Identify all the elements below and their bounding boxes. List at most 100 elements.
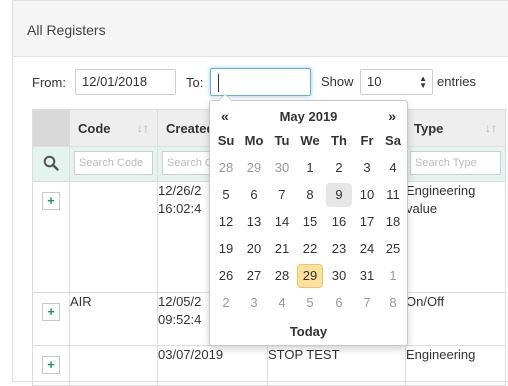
from-label: From: <box>32 75 66 90</box>
calendar-day[interactable]: 28 <box>213 156 239 180</box>
column-code-label: Code <box>78 120 111 136</box>
created-cell: 03/07/2019 <box>157 345 268 386</box>
to-date-input[interactable] <box>210 68 311 96</box>
type-cell: On/Off <box>405 292 506 346</box>
entries-select[interactable]: 10 ▲ ▼ <box>360 69 433 95</box>
calendar-day[interactable]: 6 <box>241 183 267 207</box>
calendar-day[interactable]: 10 <box>354 183 380 207</box>
calendar-day[interactable]: 8 <box>297 183 323 207</box>
code-cell: AIR <box>69 292 158 346</box>
calendar-day[interactable]: 8 <box>380 291 406 315</box>
calendar-day[interactable]: 3 <box>354 156 380 180</box>
column-header-type[interactable]: Type ↓↑ <box>405 109 506 147</box>
filter-search-cell <box>32 146 70 182</box>
calendar-day[interactable]: 28 <box>269 264 295 288</box>
code-cell <box>69 345 158 386</box>
calendar-day[interactable]: 30 <box>326 264 352 288</box>
calendar-day[interactable]: 6 <box>326 291 352 315</box>
calendar-day[interactable]: 18 <box>380 210 406 234</box>
type-cell: Engineering value <box>405 181 506 293</box>
datepicker-month-title[interactable]: May 2019 <box>210 109 407 124</box>
search-type-input[interactable]: Search Type <box>410 151 501 175</box>
column-header-code[interactable]: Code ↓↑ <box>69 109 158 147</box>
calendar-day[interactable]: 19 <box>213 237 239 261</box>
calendar-day[interactable]: 11 <box>380 183 406 207</box>
calendar-day[interactable]: 24 <box>354 237 380 261</box>
calendar-day[interactable]: 25 <box>380 237 406 261</box>
day-of-week-label: Tu <box>274 133 290 148</box>
type-cell: Engineering <box>405 345 506 386</box>
calendar-day[interactable]: 23 <box>326 237 352 261</box>
calendar-day[interactable]: 31 <box>354 264 380 288</box>
code-cell <box>69 181 158 293</box>
search-code-input[interactable]: Search Code <box>74 151 153 175</box>
datepicker-popup: May 2019 « » Today Su Mo Tu We Th Fr Sa 28 29 30 1… <box>209 94 408 346</box>
calendar-day[interactable]: 1 <box>297 156 323 180</box>
table-row: + 03/07/2019 STOP TEST Engineering <box>32 345 506 386</box>
type-text: On/Off <box>406 294 445 309</box>
calendar-day[interactable]: 29 <box>297 264 323 288</box>
day-of-week-label: Fr <box>360 133 374 148</box>
calendar-day[interactable]: 21 <box>269 237 295 261</box>
calendar-day[interactable]: 20 <box>241 237 267 261</box>
calendar-day[interactable]: 29 <box>241 156 267 180</box>
calendar-day[interactable]: 16 <box>326 210 352 234</box>
select-arrows-icon: ▲ ▼ <box>419 74 427 90</box>
expand-cell: + <box>32 181 70 293</box>
calendar-day[interactable]: 17 <box>354 210 380 234</box>
calendar-day[interactable]: 5 <box>297 291 323 315</box>
calendar-day[interactable]: 22 <box>297 237 323 261</box>
type-text: Engineering <box>406 347 476 362</box>
name-cell: STOP TEST <box>267 345 406 386</box>
expand-row-button[interactable]: + <box>42 192 60 210</box>
text-cursor <box>218 74 219 92</box>
sort-icon: ↓↑ <box>137 120 149 135</box>
calendar-day[interactable]: 30 <box>269 156 295 180</box>
day-of-week-label: Th <box>331 133 347 148</box>
calendar-day[interactable]: 9 <box>326 183 352 207</box>
type-text-2: value <box>406 201 438 216</box>
entries-select-value: 10 <box>367 74 382 89</box>
datepicker-header: May 2019 « » <box>210 105 407 127</box>
calendar-day[interactable]: 27 <box>241 264 267 288</box>
calendar-day[interactable]: 4 <box>269 291 295 315</box>
calendar-day[interactable]: 2 <box>326 156 352 180</box>
day-of-week-label: We <box>300 133 320 148</box>
day-of-week-label: Mo <box>244 133 264 148</box>
expand-row-button[interactable]: + <box>42 356 60 374</box>
filter-code-cell: Search Code <box>69 146 158 182</box>
type-text: Engineering <box>406 183 476 198</box>
column-created-label: Created <box>166 120 215 136</box>
from-date-input[interactable]: 12/01/2018 <box>75 69 176 95</box>
datepicker-pointer-inner <box>219 95 231 101</box>
search-icon <box>43 155 59 171</box>
panel-header: All Registers <box>13 1 508 57</box>
column-type-label: Type <box>414 120 444 136</box>
next-month-button[interactable]: » <box>388 108 396 124</box>
calendar-day[interactable]: 12 <box>213 210 239 234</box>
calendar-day[interactable]: 4 <box>380 156 406 180</box>
filter-type-cell: Search Type <box>405 146 506 182</box>
day-of-week-label: Sa <box>385 133 401 148</box>
prev-month-button[interactable]: « <box>221 108 229 124</box>
calendar-day[interactable]: 13 <box>241 210 267 234</box>
entries-label: entries <box>437 74 477 89</box>
calendar-day[interactable]: 26 <box>213 264 239 288</box>
calendar-day[interactable]: 1 <box>380 264 406 288</box>
today-button[interactable]: Today <box>210 324 407 339</box>
show-label: Show <box>321 74 354 89</box>
expand-cell: + <box>32 345 70 386</box>
calendar-day[interactable]: 2 <box>213 291 239 315</box>
calendar-day[interactable]: 7 <box>269 183 295 207</box>
created-date: 03/07/2019 <box>158 347 224 362</box>
calendar-day[interactable]: 7 <box>354 291 380 315</box>
panel-title: All Registers <box>27 22 106 38</box>
calendar-day[interactable]: 14 <box>269 210 295 234</box>
calendar-day[interactable]: 15 <box>297 210 323 234</box>
expand-row-button[interactable]: + <box>42 303 60 321</box>
calendar-day[interactable]: 5 <box>213 183 239 207</box>
header-corner <box>32 109 70 147</box>
sort-icon: ↓↑ <box>485 120 497 135</box>
calendar-day[interactable]: 3 <box>241 291 267 315</box>
to-label: To: <box>186 75 204 90</box>
